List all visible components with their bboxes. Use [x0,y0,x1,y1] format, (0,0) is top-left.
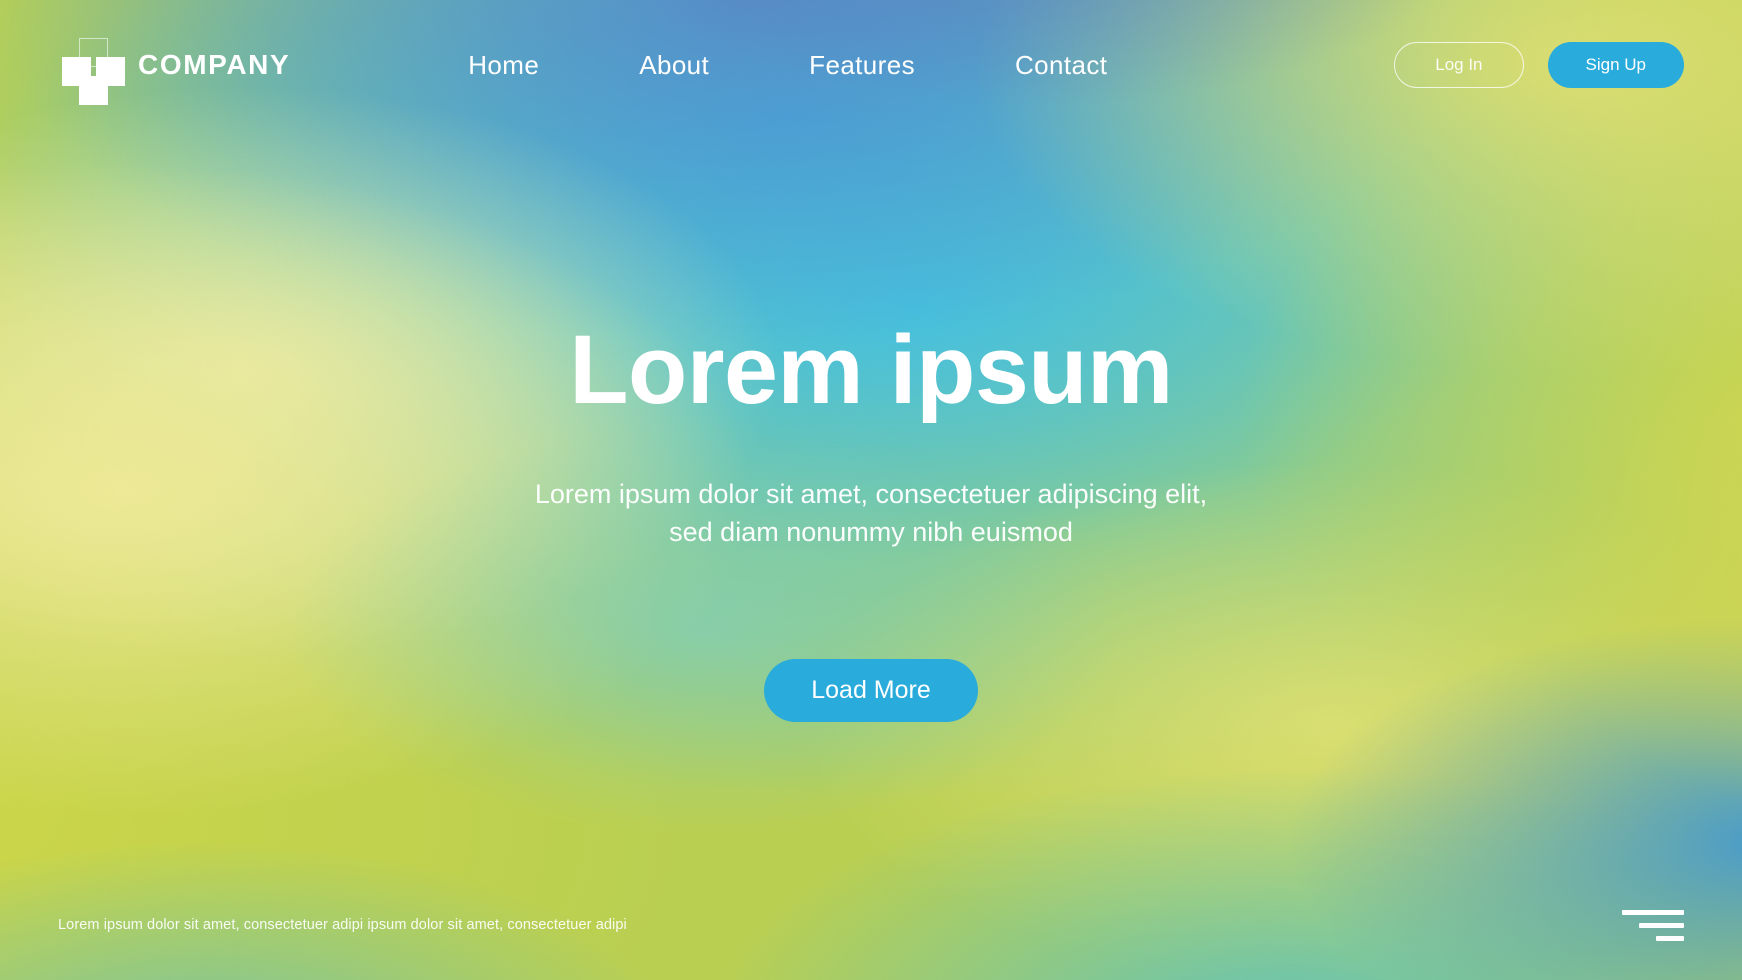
menu-bar-bottom [1656,935,1684,941]
nav-link-contact[interactable]: Contact [1015,50,1107,81]
nav-link-features[interactable]: Features [809,50,915,81]
hero-subtitle: Lorem ipsum dolor sit amet, consectetuer… [534,478,1208,548]
hamburger-menu-icon[interactable] [1622,905,1684,945]
hero-section: COMPANY Home About Features Contact Log … [0,0,1742,980]
signup-button[interactable]: Sign Up [1547,42,1684,88]
brand-logo[interactable]: COMPANY [58,32,291,105]
nav-link-about[interactable]: About [639,50,709,81]
hero-content: Lorem ipsum Lorem ipsum dolor sit amet, … [0,315,1742,723]
hero-title: Lorem ipsum [569,315,1173,424]
nav-links: Home About Features Contact [468,50,1107,81]
load-more-button[interactable]: Load More [764,659,978,723]
nav-link-home[interactable]: Home [468,50,539,81]
menu-bar-top [1622,909,1684,915]
brand-name: COMPANY [138,49,291,80]
footer-bar: Lorem ipsum dolor sit amet, consectetuer… [0,870,1742,980]
login-button[interactable]: Log In [1394,42,1524,88]
footer-text: Lorem ipsum dolor sit amet, consectetuer… [58,917,627,933]
top-navigation-bar: COMPANY Home About Features Contact Log … [0,0,1742,130]
nav-actions: Log In Sign Up [1394,42,1684,88]
checkerboard-cross-icon [58,32,125,105]
logo-square-bottom [79,76,108,105]
menu-bar-middle [1639,922,1684,928]
